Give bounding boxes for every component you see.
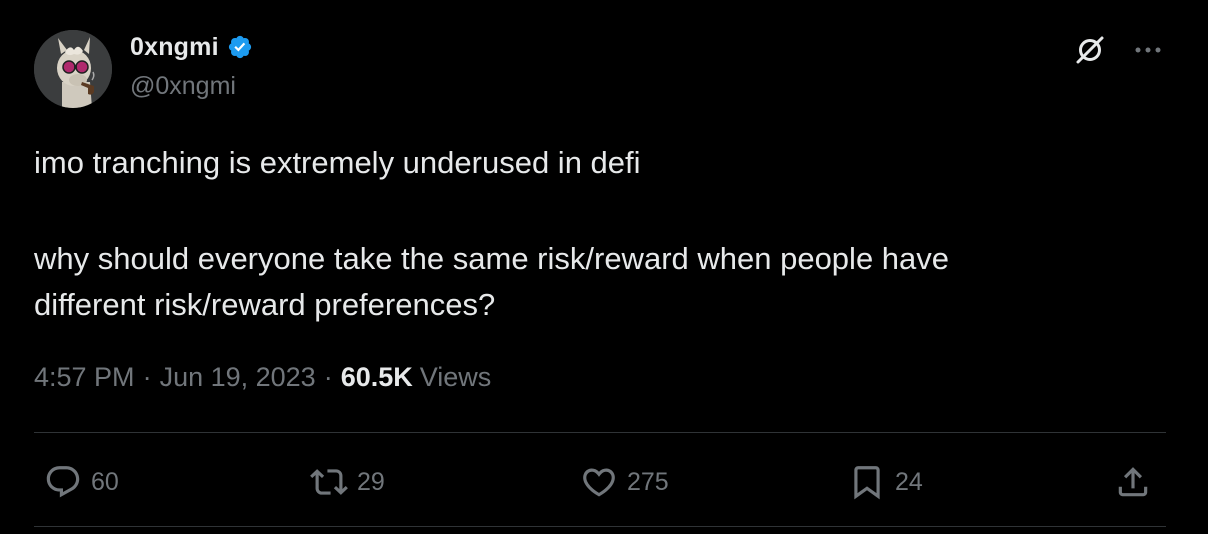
- top-actions: [1072, 32, 1166, 68]
- like-button[interactable]: 275: [580, 458, 669, 506]
- bookmark-button[interactable]: 24: [848, 458, 923, 506]
- tweet-paragraph-1: imo tranching is extremely underused in …: [34, 145, 641, 180]
- grok-icon[interactable]: [1072, 32, 1108, 68]
- llama-avatar-icon: [34, 30, 112, 108]
- tweet-time[interactable]: 4:57 PM: [34, 362, 135, 393]
- retweet-count: 29: [357, 467, 385, 496]
- tweet-paragraph-2-line-1: why should everyone take the same risk/r…: [34, 241, 950, 276]
- tweet-text: imo tranching is extremely underused in …: [34, 140, 1164, 328]
- retweet-icon: [310, 469, 348, 495]
- author-handle[interactable]: @0xngmi: [130, 72, 236, 101]
- verified-badge-icon[interactable]: [227, 34, 253, 60]
- divider: [34, 526, 1166, 527]
- author-name-row: 0xngmi: [130, 30, 253, 64]
- meta-separator: ·: [323, 362, 333, 392]
- tweet-paragraph-2-line-2: different risk/reward preferences?: [34, 287, 496, 322]
- meta-separator: ·: [142, 362, 152, 392]
- reply-icon: [46, 466, 80, 498]
- action-bar: 60 29 275 24: [34, 458, 1166, 506]
- bookmark-icon: [854, 466, 880, 500]
- tweet-date[interactable]: Jun 19, 2023: [160, 362, 316, 393]
- retweet-button[interactable]: 29: [310, 458, 385, 506]
- bookmark-count: 24: [895, 467, 923, 496]
- views-label: Views: [419, 362, 492, 392]
- tweet-meta: 4:57 PM · Jun 19, 2023 · 60.5K Views: [34, 362, 491, 393]
- share-button[interactable]: [1114, 458, 1152, 506]
- avatar[interactable]: [34, 30, 112, 108]
- views-count[interactable]: 60.5K: [341, 362, 413, 393]
- tweet-card: 0xngmi @0xngmi imo tranching is extremel…: [0, 0, 1208, 534]
- share-icon: [1118, 467, 1148, 497]
- divider: [34, 432, 1166, 433]
- author-display-name[interactable]: 0xngmi: [130, 33, 219, 62]
- reply-button[interactable]: 60: [44, 458, 119, 506]
- reply-count: 60: [91, 467, 119, 496]
- more-horizontal-icon[interactable]: [1130, 32, 1166, 68]
- like-count: 275: [627, 467, 669, 496]
- heart-icon: [583, 468, 615, 497]
